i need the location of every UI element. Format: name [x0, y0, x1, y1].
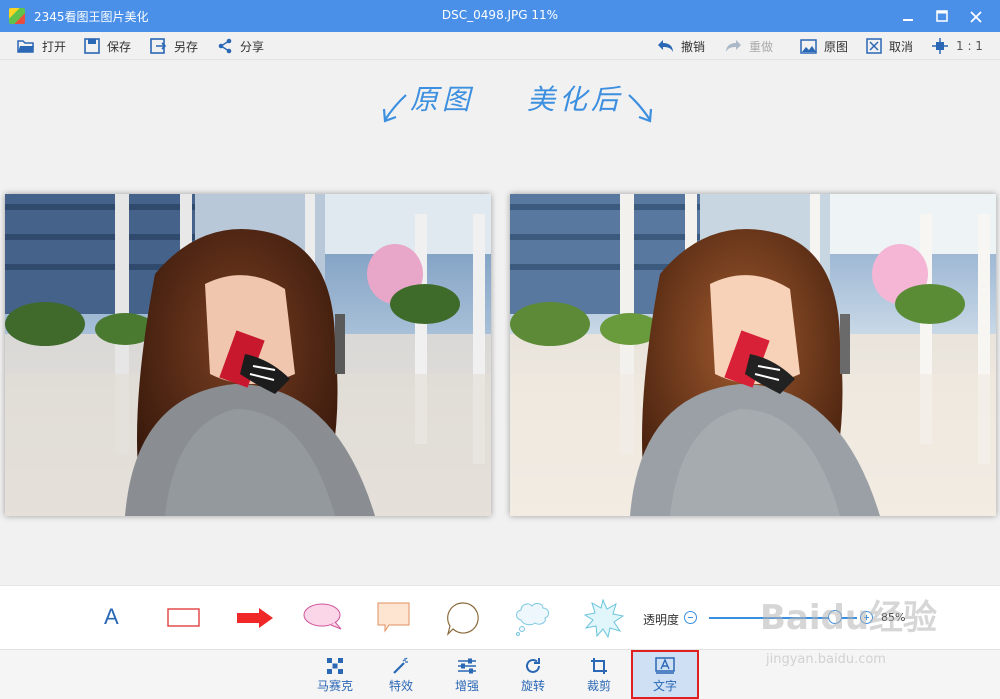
after-caption: 美化后	[527, 83, 624, 116]
save-button[interactable]: 保存	[84, 36, 131, 56]
plain-text-style[interactable]: A	[104, 604, 119, 630]
cancel-button[interactable]: 取消	[866, 36, 913, 56]
rotate-label: 旋转	[520, 679, 545, 693]
main-toolbar: 打开 保存 另存 分享 撤销 重做 原图 取消 1: 1	[0, 32, 1000, 60]
cloud-bubble-style-icon[interactable]	[513, 600, 555, 638]
oval-bubble-style-icon[interactable]	[302, 602, 344, 632]
save-as-icon	[150, 38, 167, 54]
arrow-style-icon[interactable]	[236, 607, 274, 629]
round-bubble-style-icon[interactable]	[446, 600, 480, 636]
cancel-label: 取消	[889, 39, 914, 54]
minimize-icon	[903, 19, 913, 21]
save-label: 保存	[107, 39, 132, 54]
rectangle-style-icon[interactable]	[167, 608, 201, 628]
original-photo	[5, 194, 491, 516]
enhanced-photo	[510, 194, 996, 516]
rotate-tool[interactable]: 旋转	[508, 654, 558, 696]
maximize-icon	[936, 10, 948, 22]
cancel-icon	[866, 38, 882, 54]
enhance-label: 增强	[454, 679, 479, 693]
original-caption: 原图	[410, 83, 475, 116]
redo-button[interactable]: 重做	[725, 36, 773, 56]
crop-icon	[591, 658, 607, 674]
square-bubble-style-icon[interactable]	[377, 602, 411, 634]
opacity-label: 透明度	[643, 613, 680, 627]
mosaic-tool[interactable]: 马赛克	[310, 654, 360, 696]
original-button[interactable]: 原图	[800, 36, 848, 56]
effects-tool[interactable]: 特效	[376, 654, 426, 696]
rotate-icon	[526, 658, 540, 673]
sliders-icon	[458, 658, 476, 674]
save-as-label: 另存	[174, 39, 199, 54]
undo-label: 撤销	[681, 39, 706, 54]
app-window: 2345看图王图片美化 DSC_0498.JPG 11% 打开 保存 另存 分享	[0, 0, 1000, 699]
image-icon	[800, 38, 817, 54]
undo-icon	[658, 40, 673, 52]
close-icon	[970, 10, 982, 23]
mosaic-icon	[327, 658, 343, 674]
share-label: 分享	[240, 39, 265, 54]
folder-open-icon	[17, 40, 34, 53]
mosaic-label: 马赛克	[316, 679, 353, 693]
text-tool[interactable]: 文字	[631, 650, 699, 699]
open-label: 打开	[42, 39, 67, 54]
actual-size-label: 1 : 1	[956, 39, 983, 53]
crop-tool[interactable]: 裁剪	[574, 654, 624, 696]
undo-button[interactable]: 撤销	[657, 36, 705, 56]
enhance-tool[interactable]: 增强	[442, 654, 492, 696]
title-bar: 2345看图王图片美化 DSC_0498.JPG 11%	[0, 0, 1000, 32]
save-icon	[84, 38, 100, 54]
actual-size-icon	[932, 38, 948, 54]
crop-label: 裁剪	[586, 679, 611, 693]
document-title: DSC_0498.JPG 11%	[441, 8, 559, 22]
share-button[interactable]: 分享	[217, 36, 264, 56]
text-label: 文字	[652, 679, 677, 693]
watermark-url: jingyan.baidu.com	[766, 652, 886, 667]
text-icon	[655, 657, 675, 674]
redo-label: 重做	[749, 39, 774, 54]
magic-wand-icon	[393, 657, 408, 674]
effects-label: 特效	[388, 679, 413, 693]
actual-size-button[interactable]: 1 : 1	[931, 36, 983, 56]
maximize-button[interactable]	[926, 0, 958, 32]
opacity-decrease-button[interactable]	[684, 611, 697, 624]
share-icon	[218, 38, 232, 54]
save-as-button[interactable]: 另存	[150, 36, 198, 56]
original-label: 原图	[824, 39, 849, 54]
arrow-down-right-icon	[628, 94, 653, 123]
burst-bubble-style-icon[interactable]	[581, 598, 625, 638]
redo-icon	[726, 40, 741, 52]
arrow-down-left-icon	[382, 94, 407, 123]
watermark-main: Baidu经验	[760, 598, 938, 638]
minimize-button[interactable]	[892, 0, 924, 32]
close-button[interactable]	[960, 0, 992, 32]
open-button[interactable]: 打开	[17, 36, 66, 56]
